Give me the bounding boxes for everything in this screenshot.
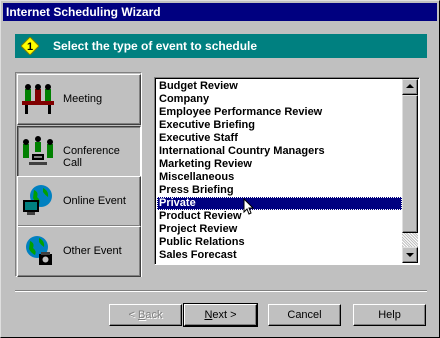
next-button-label: ext > xyxy=(212,309,237,321)
list-item[interactable]: Company xyxy=(157,93,402,106)
list-item[interactable]: Marketing Review xyxy=(157,158,402,171)
event-type-label: Online Event xyxy=(63,195,126,207)
wizard-window: Internet Scheduling Wizard 1 Select the … xyxy=(0,0,440,338)
conference-call-icon xyxy=(21,134,55,168)
event-type-other-event[interactable]: Other Event xyxy=(17,226,141,277)
next-button[interactable]: Next > xyxy=(183,303,258,327)
back-button[interactable]: < Back xyxy=(109,304,182,326)
list-scrollbar[interactable] xyxy=(402,79,418,263)
list-item-selected[interactable]: Private xyxy=(157,197,402,210)
step-title: Select the type of event to schedule xyxy=(53,39,258,53)
list-item[interactable]: International Country Managers xyxy=(157,145,402,158)
back-button-prefix: < xyxy=(128,309,138,321)
event-type-label: Other Event xyxy=(63,245,122,257)
list-item[interactable]: Executive Briefing xyxy=(157,119,402,132)
help-button-label: Help xyxy=(378,309,401,321)
event-type-label: Meeting xyxy=(63,93,103,105)
event-type-label: Conference Call xyxy=(63,145,120,169)
other-event-icon xyxy=(21,234,55,268)
meeting-icon xyxy=(21,82,55,116)
mouse-pointer-icon xyxy=(243,198,255,215)
step-badge-icon: 1 xyxy=(21,37,39,55)
list-item[interactable]: Employee Performance Review xyxy=(157,106,402,119)
online-event-icon xyxy=(21,184,55,218)
scroll-down-button[interactable] xyxy=(402,247,418,263)
title-bar[interactable]: Internet Scheduling Wizard xyxy=(3,3,437,21)
list-item[interactable]: Sales Forecast xyxy=(157,249,402,262)
list-item[interactable]: Project Review xyxy=(157,223,402,236)
scroll-thumb[interactable] xyxy=(402,95,418,233)
list-item[interactable]: Budget Review xyxy=(157,80,402,93)
step-banner: 1 Select the type of event to schedule xyxy=(15,34,427,58)
list-item[interactable]: Executive Staff xyxy=(157,132,402,145)
event-type-online-event[interactable]: Online Event xyxy=(17,176,141,227)
event-name-listbox[interactable]: Budget Review Company Employee Performan… xyxy=(154,77,420,265)
button-separator xyxy=(15,290,427,292)
window-title: Internet Scheduling Wizard xyxy=(6,5,161,19)
step-number: 1 xyxy=(27,41,33,53)
back-button-label: ack xyxy=(145,309,163,321)
arrow-up-icon xyxy=(406,84,414,88)
scroll-up-button[interactable] xyxy=(402,79,418,95)
list-item[interactable]: Press Briefing xyxy=(157,184,402,197)
event-type-panel: Meeting Conference Call Online Event Oth… xyxy=(15,72,142,277)
list-item[interactable]: Product Review xyxy=(157,210,402,223)
list-item[interactable]: Public Relations xyxy=(157,236,402,249)
arrow-down-icon xyxy=(406,253,414,257)
event-name-list: Budget Review Company Employee Performan… xyxy=(157,80,402,262)
event-type-conference-call[interactable]: Conference Call xyxy=(17,126,141,177)
help-button[interactable]: Help xyxy=(353,304,426,326)
event-type-meeting[interactable]: Meeting xyxy=(17,74,141,125)
list-item[interactable]: Miscellaneous xyxy=(157,171,402,184)
cancel-button-label: Cancel xyxy=(287,309,322,321)
cancel-button[interactable]: Cancel xyxy=(268,304,341,326)
